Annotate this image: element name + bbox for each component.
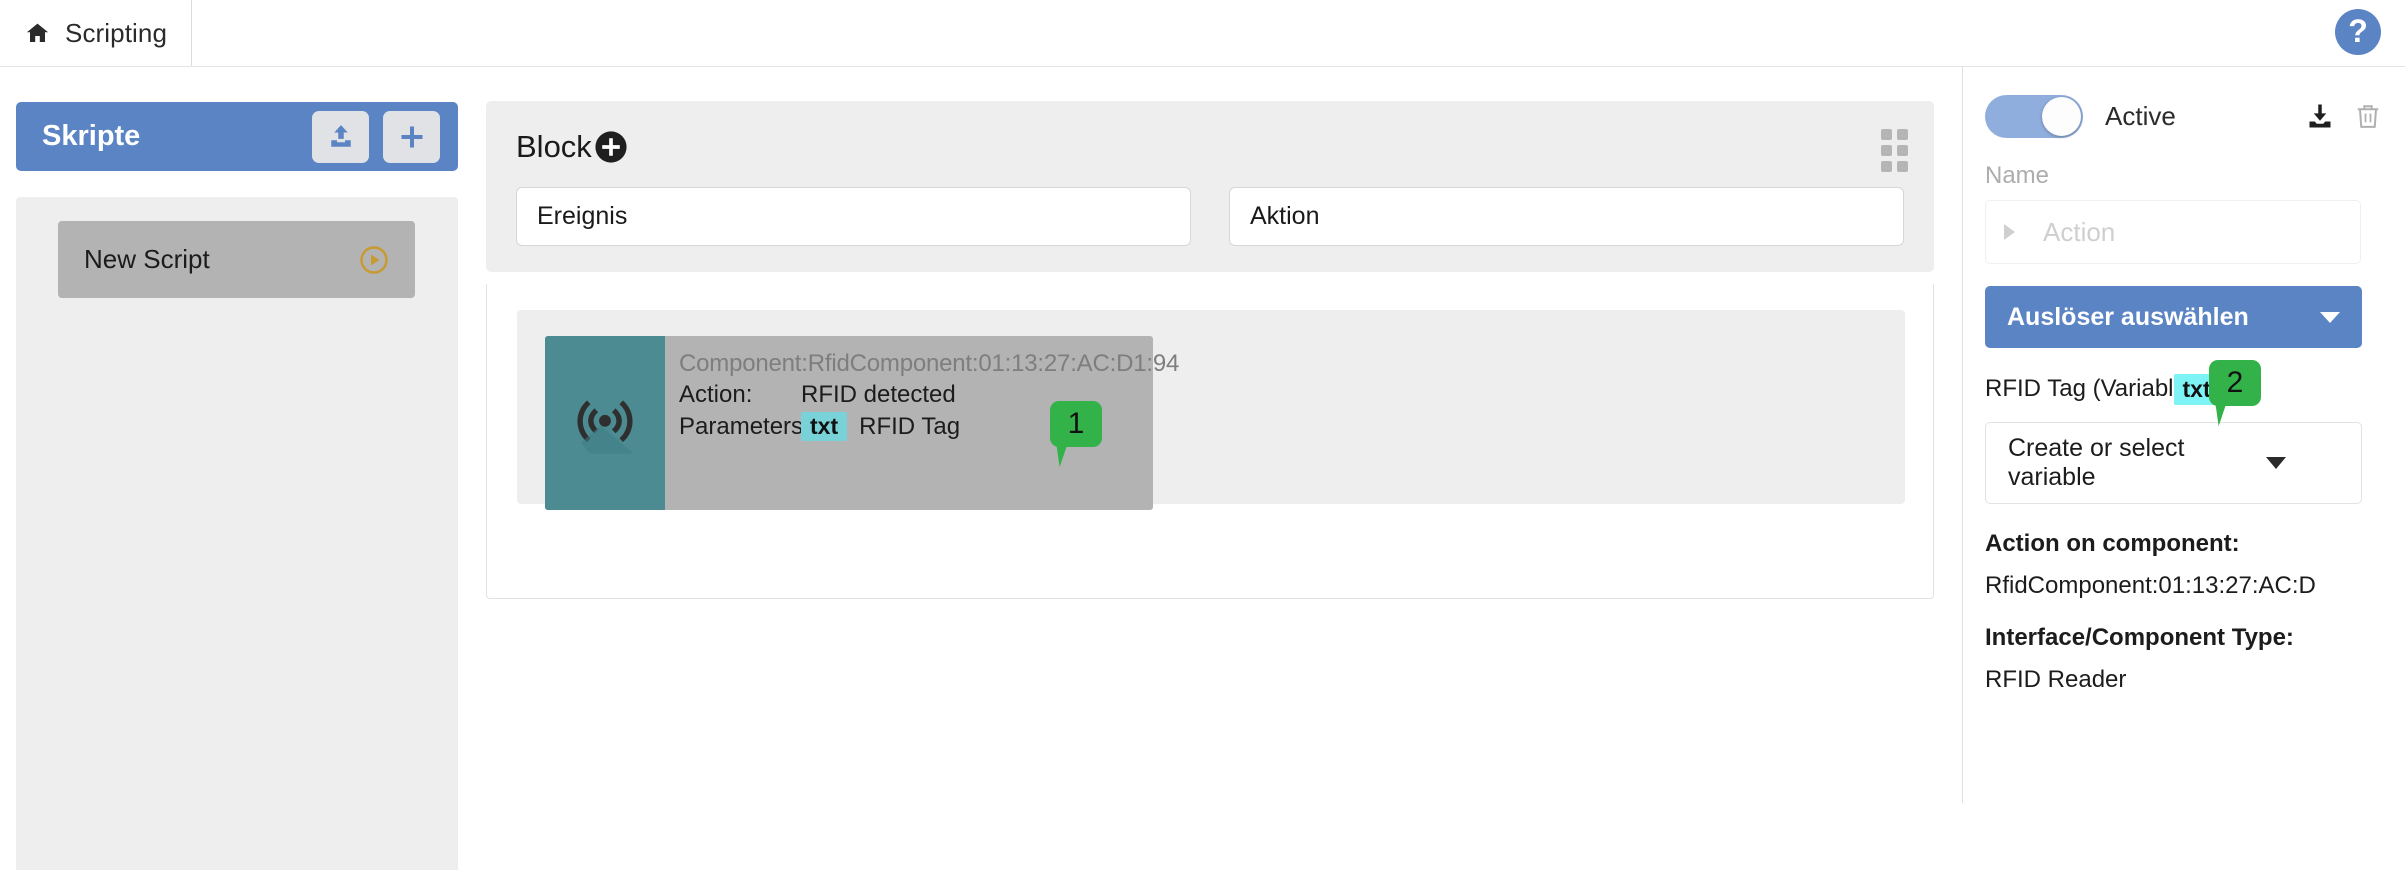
component-parameter-name: RFID Tag bbox=[859, 412, 961, 440]
grid-dots-icon[interactable] bbox=[1881, 129, 1908, 172]
component-body: Component:RfidComponent:01:13:27:AC:D1:9… bbox=[665, 336, 1187, 510]
chevron-down-icon bbox=[2266, 457, 2286, 469]
scripts-sidebar: Skripte New Script bbox=[0, 67, 458, 870]
annotation-callout-2: 2 bbox=[2209, 360, 2261, 406]
info-title-interface-type: Interface/Component Type: bbox=[1985, 624, 2294, 651]
plus-icon bbox=[401, 126, 422, 147]
slot-ereignis-label: Ereignis bbox=[537, 202, 628, 230]
action-name-placeholder: Action bbox=[2043, 216, 2116, 247]
component-drop-area[interactable]: Component:RfidComponent:01:13:27:AC:D1:9… bbox=[486, 284, 1934, 599]
scripts-header: Skripte bbox=[16, 102, 458, 171]
script-canvas: Block Ereignis Aktion Component:RfidComp… bbox=[458, 67, 1962, 803]
triangle-right-icon bbox=[2004, 224, 2015, 240]
slot-ereignis[interactable]: Ereignis bbox=[516, 187, 1191, 246]
play-circle-icon[interactable] bbox=[359, 245, 389, 275]
upload-icon bbox=[330, 124, 351, 147]
info-value-action-on-component: RfidComponent:01:13:27:AC:D bbox=[1985, 572, 2316, 599]
list-item[interactable]: New Script bbox=[58, 221, 415, 298]
name-field-label: Name bbox=[1985, 162, 2050, 189]
info-value-interface-type: RFID Reader bbox=[1985, 666, 2127, 693]
script-item-name: New Script bbox=[84, 244, 210, 274]
component-parameters-line: Parameters: txt RFID Tag bbox=[679, 412, 1179, 442]
action-name-input[interactable]: Action bbox=[1985, 200, 2361, 264]
component-action-line: Action: RFID detected bbox=[679, 381, 1179, 409]
info-title-action-on-component: Action on component: bbox=[1985, 530, 2240, 557]
active-toggle-label: Active bbox=[2105, 100, 2176, 131]
block-header: Block bbox=[516, 123, 1904, 171]
block-title: Block bbox=[516, 129, 592, 164]
variable-select[interactable]: Create or select variable bbox=[1985, 422, 2362, 504]
properties-panel: Active Name Action Auslöser auswählen RF… bbox=[1962, 67, 2405, 803]
block-slot-row: Ereignis Aktion bbox=[516, 187, 1904, 246]
component-action-value: RFID detected bbox=[801, 381, 956, 409]
variable-select-value: Create or select variable bbox=[2008, 434, 2185, 491]
toggle-knob bbox=[2042, 96, 2081, 136]
component-parameters-label: Parameters: bbox=[679, 412, 810, 440]
component-card-rfid[interactable]: Component:RfidComponent:01:13:27:AC:D1:9… bbox=[545, 336, 1179, 510]
trash-icon[interactable] bbox=[2353, 101, 2383, 131]
slot-aktion-label: Aktion bbox=[1250, 202, 1320, 230]
top-bar: Scripting ? bbox=[0, 0, 2405, 67]
component-identifier: Component:RfidComponent:01:13:27:AC:D1:9… bbox=[679, 350, 1180, 377]
active-toggle[interactable] bbox=[1985, 94, 2083, 138]
scripts-header-title: Skripte bbox=[42, 120, 141, 152]
component-drop-inner: Component:RfidComponent:01:13:27:AC:D1:9… bbox=[517, 310, 1905, 510]
upload-script-button[interactable] bbox=[312, 110, 369, 163]
page-title: Scripting bbox=[65, 17, 168, 48]
help-button[interactable]: ? bbox=[2335, 9, 2381, 55]
block-card: Block Ereignis Aktion bbox=[486, 101, 1934, 272]
variable-field-label: RFID Tag (Variabl bbox=[1985, 375, 2174, 402]
chevron-down-icon bbox=[2320, 311, 2340, 323]
component-icon-panel bbox=[545, 336, 665, 510]
variable-label-row: RFID Tag (Variabl txt 2 bbox=[1985, 360, 2383, 406]
select-trigger-button[interactable]: Auslöser auswählen bbox=[1985, 286, 2362, 348]
panel-top-row: Active bbox=[1985, 92, 2383, 140]
component-action-label: Action: bbox=[679, 381, 753, 409]
home-icon bbox=[26, 23, 49, 42]
brand-home-link[interactable]: Scripting bbox=[0, 0, 192, 66]
slot-aktion[interactable]: Aktion bbox=[1229, 187, 1904, 246]
select-trigger-label: Auslöser auswählen bbox=[2007, 302, 2249, 331]
rfid-signal-icon bbox=[577, 400, 634, 454]
help-icon: ? bbox=[2348, 12, 2368, 49]
download-icon[interactable] bbox=[2305, 101, 2335, 131]
add-script-button[interactable] bbox=[383, 110, 440, 163]
script-list: New Script bbox=[16, 197, 458, 870]
plus-circle-icon[interactable] bbox=[594, 130, 628, 164]
component-parameter-type-badge: txt bbox=[801, 412, 848, 442]
annotation-callout-1: 1 bbox=[1050, 401, 1102, 447]
